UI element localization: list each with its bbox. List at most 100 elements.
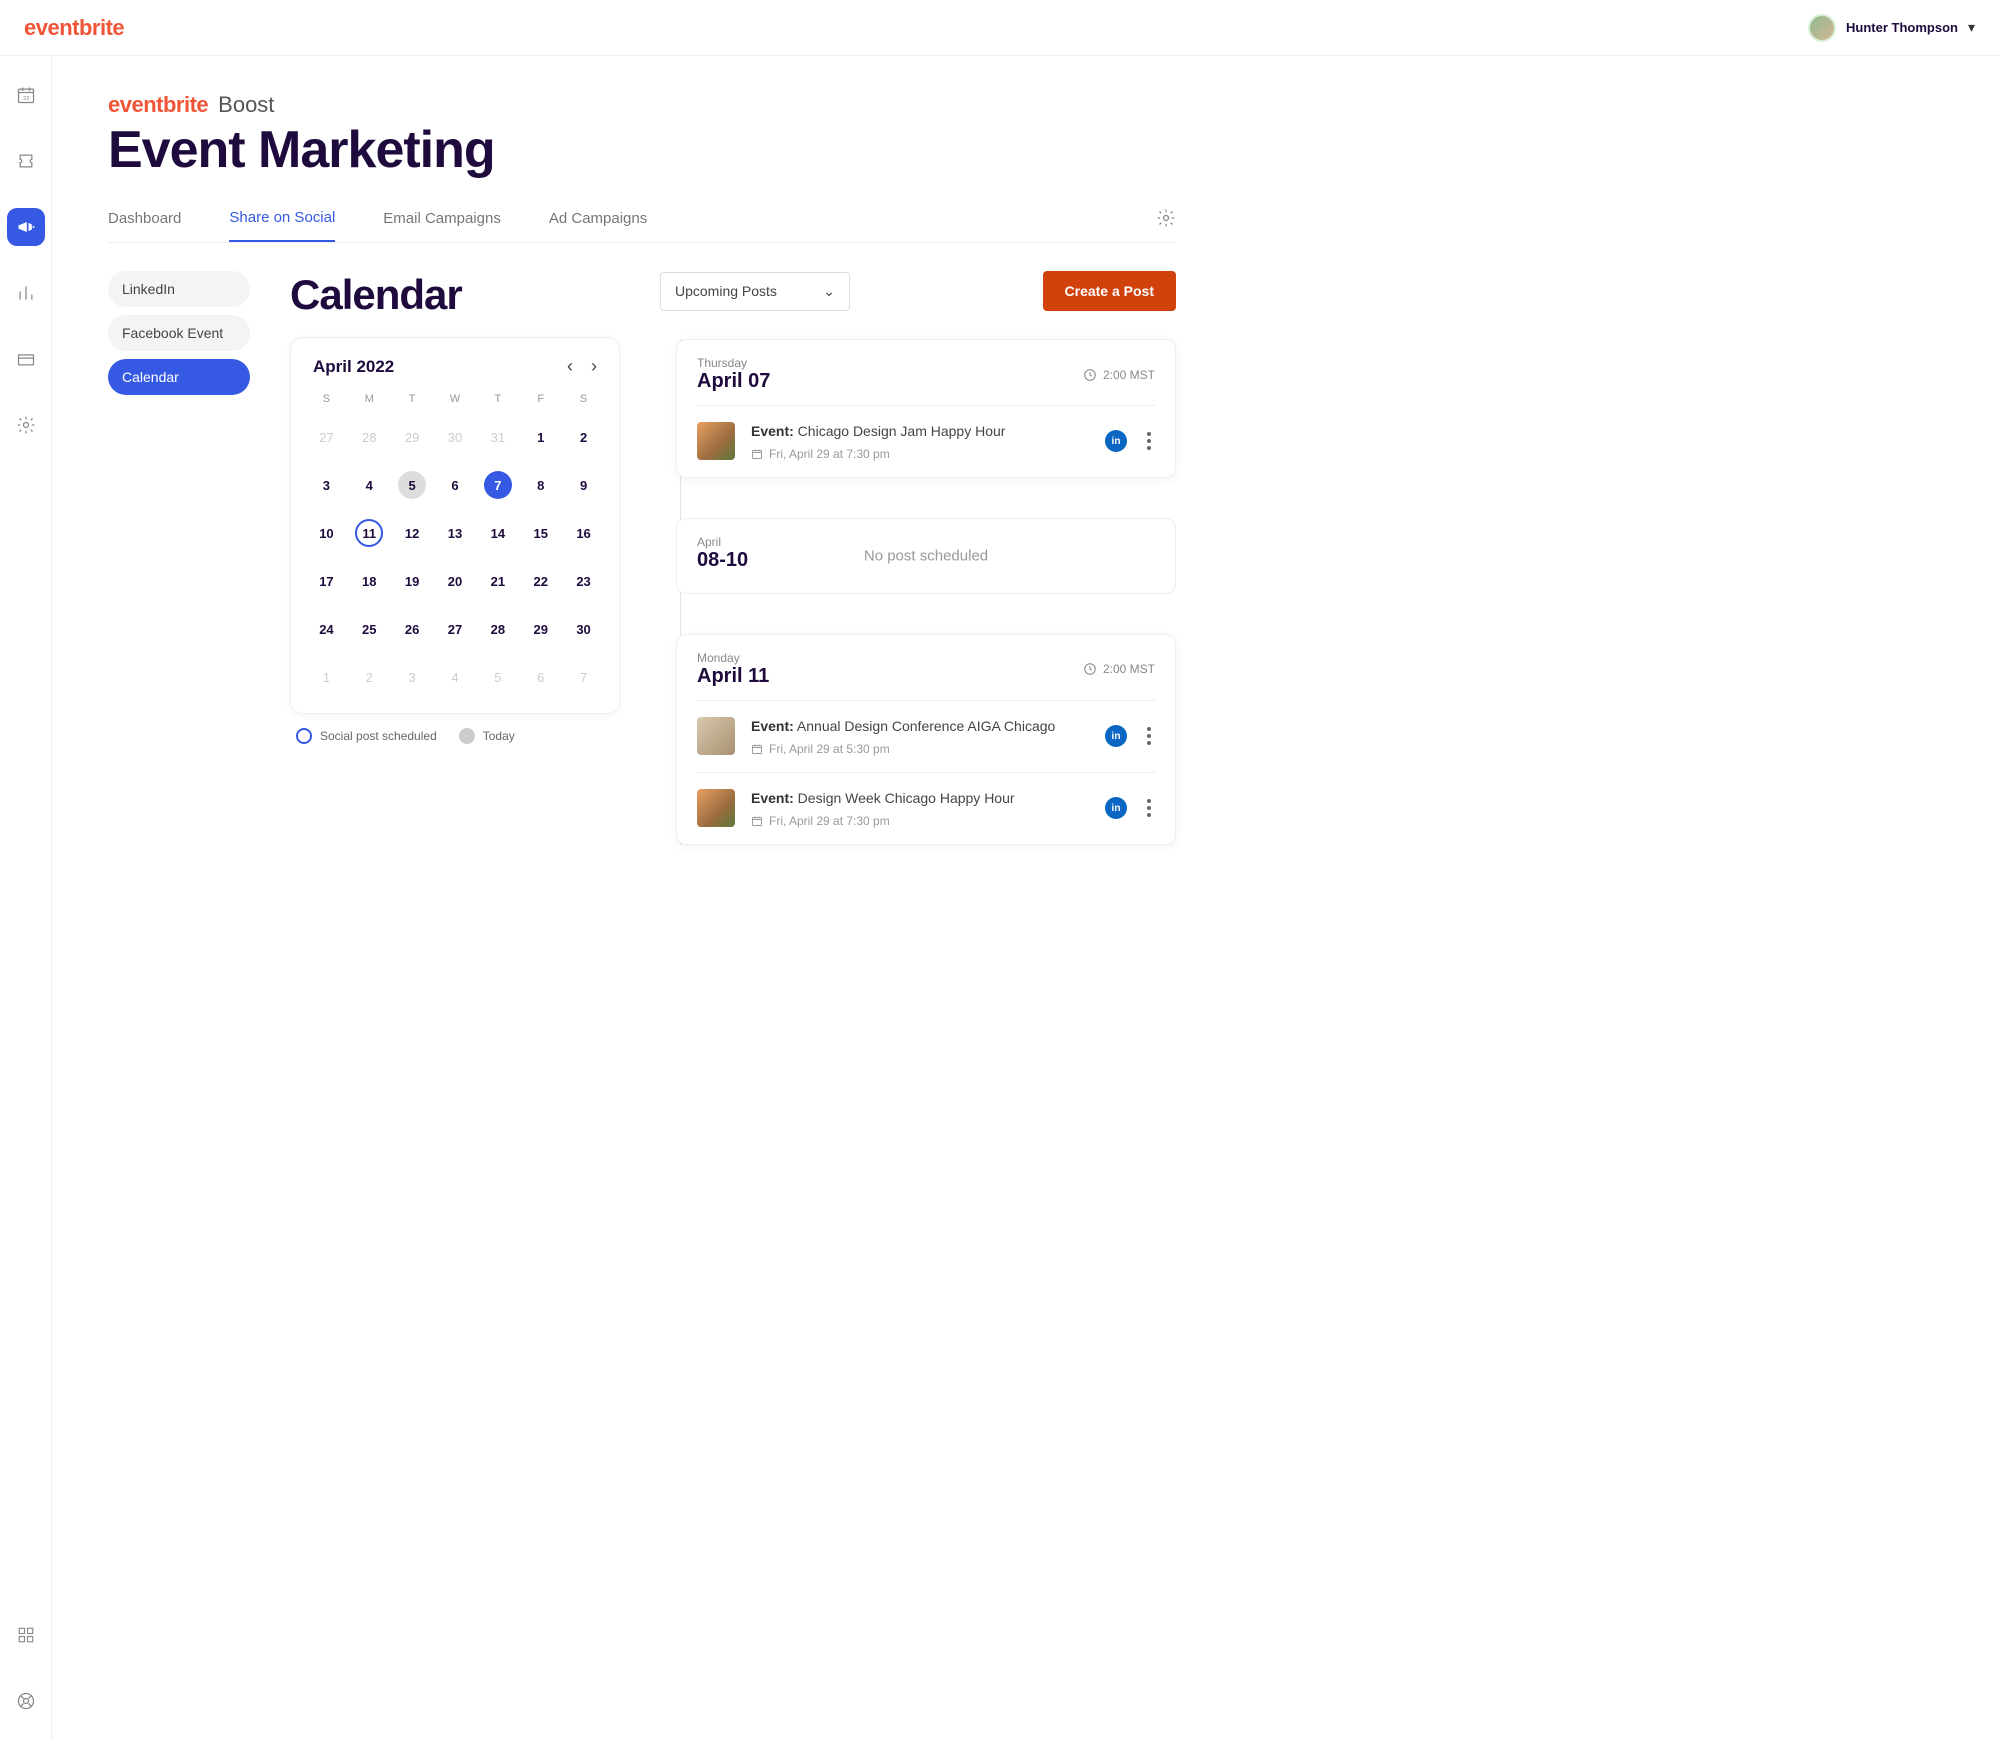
calendar-day[interactable]: 29 (391, 413, 434, 461)
tabs: Dashboard Share on Social Email Campaign… (108, 208, 1176, 243)
calendar-prev-icon[interactable]: ‹ (567, 356, 573, 377)
day-time: 2:00 MST (1083, 662, 1155, 676)
post-meta: Fri, April 29 at 5:30 pm (751, 742, 1089, 756)
legend-today-label: Today (483, 729, 515, 743)
user-menu[interactable]: Hunter Thompson ▾ (1808, 14, 1975, 42)
calendar-day[interactable]: 19 (391, 557, 434, 605)
chevron-down-icon: ⌄ (823, 283, 835, 300)
calendar-day[interactable]: 29 (519, 605, 562, 653)
no-post-label: No post scheduled (864, 539, 988, 572)
tab-ad-campaigns[interactable]: Ad Campaigns (549, 210, 647, 241)
day-weekday: Thursday (697, 356, 770, 370)
calendar-dow: F (519, 385, 562, 413)
post-thumbnail (697, 789, 735, 827)
subnav-facebook-event[interactable]: Facebook Event (108, 315, 250, 351)
calendar-day[interactable]: 31 (476, 413, 519, 461)
calendar-day[interactable]: 15 (519, 509, 562, 557)
calendar-day[interactable]: 28 (476, 605, 519, 653)
calendar-day[interactable]: 26 (391, 605, 434, 653)
calendar-month-label: April 2022 (313, 357, 394, 377)
user-name: Hunter Thompson (1846, 20, 1958, 35)
post-row: Event: Design Week Chicago Happy HourFri… (677, 773, 1175, 844)
calendar-day[interactable]: 4 (348, 461, 391, 509)
calendar-day[interactable]: 25 (348, 605, 391, 653)
day-weekday: Monday (697, 651, 769, 665)
calendar-day[interactable]: 23 (562, 557, 605, 605)
calendar-small-icon (751, 815, 763, 827)
calendar-day[interactable]: 12 (391, 509, 434, 557)
calendar-day[interactable]: 3 (305, 461, 348, 509)
tab-dashboard[interactable]: Dashboard (108, 210, 181, 241)
subnav-calendar[interactable]: Calendar (108, 359, 250, 395)
day-card: ThursdayApril 072:00 MSTEvent: Chicago D… (676, 339, 1176, 478)
calendar-next-icon[interactable]: › (591, 356, 597, 377)
calendar-day[interactable]: 11 (348, 509, 391, 557)
rail-marketing-icon[interactable] (7, 208, 45, 246)
calendar-day[interactable]: 7 (562, 653, 605, 701)
avatar (1808, 14, 1836, 42)
rail-apps-icon[interactable] (7, 1616, 45, 1654)
calendar-day[interactable]: 1 (519, 413, 562, 461)
filter-select[interactable]: Upcoming Posts ⌄ (660, 272, 850, 311)
create-post-button[interactable]: Create a Post (1043, 271, 1176, 311)
boost-word: Boost (218, 92, 274, 118)
calendar-day[interactable]: 14 (476, 509, 519, 557)
calendar-day[interactable]: 28 (348, 413, 391, 461)
calendar-day[interactable]: 9 (562, 461, 605, 509)
calendar-day[interactable]: 27 (305, 413, 348, 461)
tab-email-campaigns[interactable]: Email Campaigns (383, 210, 501, 241)
calendar-day[interactable]: 18 (348, 557, 391, 605)
calendar-day[interactable]: 22 (519, 557, 562, 605)
day-card: April08-10No post scheduled (676, 518, 1176, 594)
posts-timeline: ThursdayApril 072:00 MSTEvent: Chicago D… (660, 339, 1176, 845)
calendar-day[interactable]: 5 (476, 653, 519, 701)
rail-analytics-icon[interactable] (7, 274, 45, 312)
calendar-day[interactable]: 20 (434, 557, 477, 605)
rail-payment-icon[interactable] (7, 340, 45, 378)
post-more-icon[interactable] (1143, 723, 1155, 749)
calendar-small-icon (751, 448, 763, 460)
calendar-day[interactable]: 17 (305, 557, 348, 605)
calendar-day[interactable]: 4 (434, 653, 477, 701)
post-meta: Fri, April 29 at 7:30 pm (751, 447, 1089, 461)
day-date: April 11 (697, 665, 769, 688)
calendar-day[interactable]: 30 (434, 413, 477, 461)
post-more-icon[interactable] (1143, 795, 1155, 821)
rail-calendar-icon[interactable]: 22 (7, 76, 45, 114)
calendar-day[interactable]: 13 (434, 509, 477, 557)
linkedin-icon: in (1105, 725, 1127, 747)
calendar-dow: S (562, 385, 605, 413)
rail-settings-icon[interactable] (7, 406, 45, 444)
linkedin-icon: in (1105, 430, 1127, 452)
calendar-day[interactable]: 1 (305, 653, 348, 701)
rail-ticket-icon[interactable] (7, 142, 45, 180)
calendar-title: Calendar (290, 271, 620, 319)
calendar-day[interactable]: 8 (519, 461, 562, 509)
calendar-day[interactable]: 6 (519, 653, 562, 701)
subnav-linkedin[interactable]: LinkedIn (108, 271, 250, 307)
calendar-day[interactable]: 10 (305, 509, 348, 557)
tab-share-social[interactable]: Share on Social (229, 209, 335, 242)
calendar-dow: T (391, 385, 434, 413)
post-more-icon[interactable] (1143, 428, 1155, 454)
subnav: LinkedIn Facebook Event Calendar (108, 271, 250, 885)
page-settings-icon[interactable] (1156, 208, 1176, 242)
post-meta: Fri, April 29 at 7:30 pm (751, 814, 1089, 828)
calendar-day[interactable]: 6 (434, 461, 477, 509)
calendar-day[interactable]: 5 (391, 461, 434, 509)
topbar: eventbrite Hunter Thompson ▾ (0, 0, 1999, 56)
brand-logo[interactable]: eventbrite (24, 15, 124, 41)
calendar-dow: M (348, 385, 391, 413)
calendar-day[interactable]: 30 (562, 605, 605, 653)
calendar-day[interactable]: 7 (476, 461, 519, 509)
calendar-day[interactable]: 21 (476, 557, 519, 605)
calendar-day[interactable]: 2 (562, 413, 605, 461)
calendar-day[interactable]: 2 (348, 653, 391, 701)
calendar-dow: S (305, 385, 348, 413)
calendar-day[interactable]: 24 (305, 605, 348, 653)
rail-help-icon[interactable] (7, 1682, 45, 1720)
calendar-day[interactable]: 16 (562, 509, 605, 557)
calendar-day[interactable]: 3 (391, 653, 434, 701)
calendar-day[interactable]: 27 (434, 605, 477, 653)
post-thumbnail (697, 422, 735, 460)
